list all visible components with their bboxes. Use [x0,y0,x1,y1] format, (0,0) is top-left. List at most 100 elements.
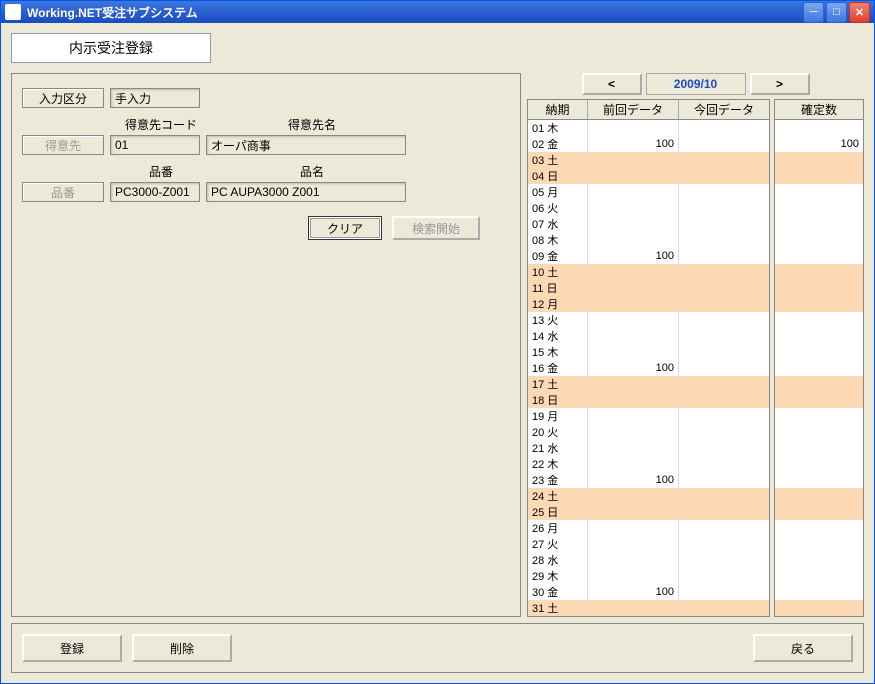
table-row[interactable] [775,328,863,344]
cell-prev[interactable] [588,552,679,568]
cell-curr[interactable] [679,120,769,136]
cell-confirmed[interactable]: 100 [775,136,863,152]
product-button[interactable]: 品番 [22,182,104,202]
cell-confirmed[interactable] [775,552,863,568]
cell-curr[interactable] [679,552,769,568]
cell-prev[interactable] [588,392,679,408]
cell-curr[interactable] [679,520,769,536]
table-row[interactable] [775,600,863,616]
cell-prev[interactable] [588,232,679,248]
table-row[interactable]: 04 日 [528,168,769,184]
table-row[interactable] [775,456,863,472]
cell-prev[interactable] [588,120,679,136]
cell-confirmed[interactable] [775,456,863,472]
cell-prev[interactable] [588,200,679,216]
cell-prev[interactable] [588,536,679,552]
cell-curr[interactable] [679,216,769,232]
cell-prev[interactable] [588,424,679,440]
table-row[interactable] [775,232,863,248]
minimize-button[interactable]: ─ [803,2,824,23]
cell-curr[interactable] [679,344,769,360]
cell-confirmed[interactable] [775,408,863,424]
cell-confirmed[interactable] [775,152,863,168]
table-row[interactable]: 07 水 [528,216,769,232]
table-row[interactable] [775,392,863,408]
cell-prev[interactable] [588,488,679,504]
cell-prev[interactable] [588,440,679,456]
cell-confirmed[interactable] [775,184,863,200]
cell-prev[interactable] [588,184,679,200]
cell-confirmed[interactable] [775,600,863,616]
table-row[interactable]: 09 金100 [528,248,769,264]
table-row[interactable]: 20 火 [528,424,769,440]
table-row[interactable] [775,248,863,264]
table-row[interactable]: 12 月 [528,296,769,312]
cell-curr[interactable] [679,328,769,344]
cell-confirmed[interactable] [775,232,863,248]
table-row[interactable]: 13 火 [528,312,769,328]
table-row[interactable] [775,408,863,424]
cell-prev[interactable] [588,168,679,184]
table-row[interactable]: 19 月 [528,408,769,424]
clear-button[interactable]: クリア [308,216,382,240]
cell-prev[interactable] [588,296,679,312]
table-row[interactable]: 10 土 [528,264,769,280]
cell-curr[interactable] [679,312,769,328]
customer-button[interactable]: 得意先 [22,135,104,155]
cell-confirmed[interactable] [775,472,863,488]
cell-prev[interactable] [588,520,679,536]
cell-curr[interactable] [679,184,769,200]
table-row[interactable]: 21 水 [528,440,769,456]
cell-curr[interactable] [679,296,769,312]
table-row[interactable]: 23 金100 [528,472,769,488]
input-div-field[interactable]: 手入力 [110,88,200,108]
cell-prev[interactable]: 100 [588,248,679,264]
table-row[interactable]: 30 金100 [528,584,769,600]
table-row[interactable]: 28 水 [528,552,769,568]
cell-prev[interactable] [588,328,679,344]
cell-prev[interactable]: 100 [588,136,679,152]
close-button[interactable]: ✕ [849,2,870,23]
table-row[interactable] [775,344,863,360]
table-row[interactable] [775,376,863,392]
cell-confirmed[interactable] [775,264,863,280]
table-row[interactable] [775,200,863,216]
delete-button[interactable]: 削除 [132,634,232,662]
cell-prev[interactable]: 100 [588,584,679,600]
table-row[interactable]: 25 日 [528,504,769,520]
cell-curr[interactable] [679,600,769,616]
table-row[interactable]: 01 木 [528,120,769,136]
table-row[interactable]: 02 金100 [528,136,769,152]
table-row[interactable] [775,424,863,440]
cell-curr[interactable] [679,392,769,408]
table-row[interactable] [775,296,863,312]
cell-curr[interactable] [679,248,769,264]
table-row[interactable]: 22 木 [528,456,769,472]
table-row[interactable] [775,120,863,136]
cell-curr[interactable] [679,536,769,552]
cell-curr[interactable] [679,264,769,280]
cell-curr[interactable] [679,136,769,152]
cell-confirmed[interactable] [775,216,863,232]
cell-curr[interactable] [679,504,769,520]
cell-confirmed[interactable] [775,392,863,408]
table-row[interactable] [775,168,863,184]
cell-prev[interactable] [588,456,679,472]
table-row[interactable] [775,216,863,232]
cell-prev[interactable] [588,600,679,616]
cell-confirmed[interactable] [775,280,863,296]
table-row[interactable]: 16 金100 [528,360,769,376]
cell-confirmed[interactable] [775,424,863,440]
table-row[interactable]: 24 土 [528,488,769,504]
table-row[interactable] [775,360,863,376]
table-row[interactable]: 27 火 [528,536,769,552]
cell-confirmed[interactable] [775,248,863,264]
table-row[interactable] [775,504,863,520]
table-row[interactable]: 03 土 [528,152,769,168]
cell-confirmed[interactable] [775,200,863,216]
cell-curr[interactable] [679,472,769,488]
table-row[interactable]: 15 木 [528,344,769,360]
cell-curr[interactable] [679,168,769,184]
table-row[interactable] [775,584,863,600]
table-row[interactable] [775,472,863,488]
